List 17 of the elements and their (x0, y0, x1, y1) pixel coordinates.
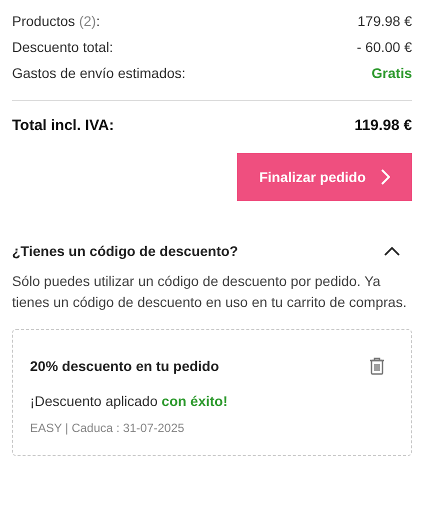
checkout-button[interactable]: Finalizar pedido (237, 153, 412, 201)
summary-value: Gratis (372, 65, 412, 81)
discount-question: ¿Tienes un código de descuento? (12, 243, 238, 259)
coupon-title: 20% descuento en tu pedido (30, 358, 220, 374)
chevron-right-icon (380, 169, 390, 185)
coupon-status: ¡Descuento aplicado con éxito! (30, 393, 229, 409)
discount-note: Sólo puedes utilizar un código de descuento por pedido. Ya tienes un código de descuento en uso en tu carrito de compras. (12, 272, 408, 312)
summary-label: Descuento total: (12, 39, 114, 55)
summary-value: 179.98 € (358, 13, 412, 29)
summary-value: - 60.00 € (356, 39, 412, 55)
total-label: Total incl. IVA: (12, 117, 114, 134)
summary-label: Productos (2): (12, 13, 100, 29)
total-value: 119.98 € (354, 117, 412, 134)
trash-icon[interactable] (369, 357, 385, 375)
coupon-details: EASY | Caduca : 31-07-2025 (30, 421, 186, 435)
chevron-up-icon[interactable] (384, 246, 400, 256)
summary-label: Gastos de envío estimados: (12, 65, 186, 81)
